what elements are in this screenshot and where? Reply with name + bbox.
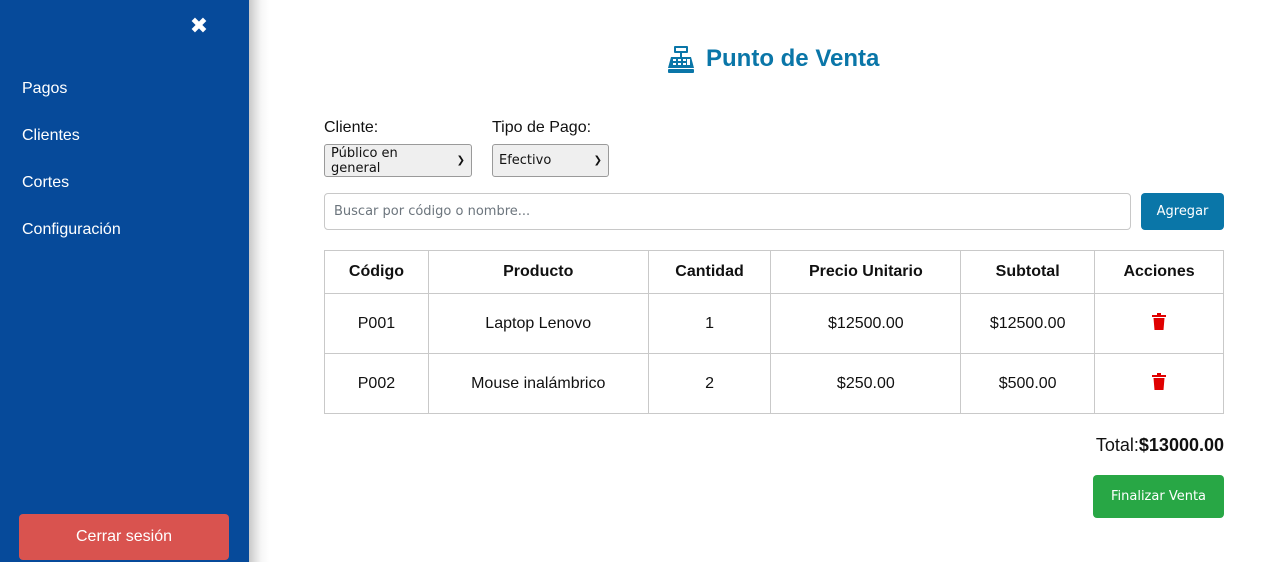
table-row: P001 Laptop Lenovo 1 $12500.00 $12500.00 <box>324 293 1224 354</box>
cell-cantidad: 1 <box>647 293 772 354</box>
cliente-select[interactable]: Público en general ❯ <box>324 144 472 177</box>
sidebar-item-pagos[interactable]: Pagos <box>22 79 121 126</box>
cliente-select-value: Público en general <box>331 145 398 176</box>
total-summary: Total:$13000.00 <box>1096 435 1224 456</box>
cell-codigo: P002 <box>324 353 429 414</box>
cell-precio: $250.00 <box>770 353 962 414</box>
chevron-down-icon: ❯ <box>456 155 465 166</box>
logout-button[interactable]: Cerrar sesión <box>19 514 229 560</box>
column-header-acciones: Acciones <box>1094 250 1224 294</box>
cell-subtotal: $500.00 <box>960 353 1096 414</box>
tipo-pago-label: Tipo de Pago: <box>492 119 592 136</box>
cash-register-icon <box>666 44 696 74</box>
tipo-pago-select-value: Efectivo <box>499 153 552 168</box>
sidebar: ✖ Pagos Clientes Cortes Configuración Ce… <box>0 0 249 562</box>
tipo-pago-select[interactable]: Efectivo ❯ <box>492 144 609 177</box>
table-row: P002 Mouse inalámbrico 2 $250.00 $500.00 <box>324 353 1224 414</box>
sidebar-item-configuracion[interactable]: Configuración <box>22 220 121 267</box>
cliente-label: Cliente: <box>324 119 379 136</box>
finish-sale-button[interactable]: Finalizar Venta <box>1093 475 1224 518</box>
add-button[interactable]: Agregar <box>1141 193 1224 230</box>
page-title-text: Punto de Venta <box>706 45 880 72</box>
trash-icon[interactable] <box>1152 372 1167 395</box>
chevron-down-icon: ❯ <box>593 155 602 166</box>
cell-producto: Mouse inalámbrico <box>427 353 649 414</box>
column-header-precio-unitario: Precio Unitario <box>770 250 962 294</box>
sidebar-nav: Pagos Clientes Cortes Configuración <box>22 79 121 267</box>
sidebar-item-clientes[interactable]: Clientes <box>22 126 121 173</box>
cell-subtotal: $12500.00 <box>960 293 1096 354</box>
column-header-producto: Producto <box>427 250 649 294</box>
cell-codigo: P001 <box>324 293 429 354</box>
sidebar-shadow <box>249 0 269 562</box>
cell-acciones <box>1094 293 1224 354</box>
cell-acciones <box>1094 353 1224 414</box>
cart-table: Código Producto Cantidad Precio Unitario… <box>324 250 1224 414</box>
column-header-codigo: Código <box>324 250 429 294</box>
total-label: Total: <box>1095 435 1139 455</box>
total-value: $13000.00 <box>1138 435 1224 455</box>
cell-cantidad: 2 <box>647 353 772 414</box>
column-header-subtotal: Subtotal <box>960 250 1096 294</box>
page-title: Punto de Venta <box>666 42 879 76</box>
table-header-row: Código Producto Cantidad Precio Unitario… <box>324 250 1224 294</box>
trash-icon[interactable] <box>1152 312 1167 335</box>
sidebar-item-cortes[interactable]: Cortes <box>22 173 121 220</box>
search-input[interactable] <box>324 193 1131 230</box>
cell-precio: $12500.00 <box>770 293 962 354</box>
cell-producto: Laptop Lenovo <box>427 293 649 354</box>
column-header-cantidad: Cantidad <box>647 250 772 294</box>
close-icon[interactable]: ✖ <box>187 15 211 39</box>
